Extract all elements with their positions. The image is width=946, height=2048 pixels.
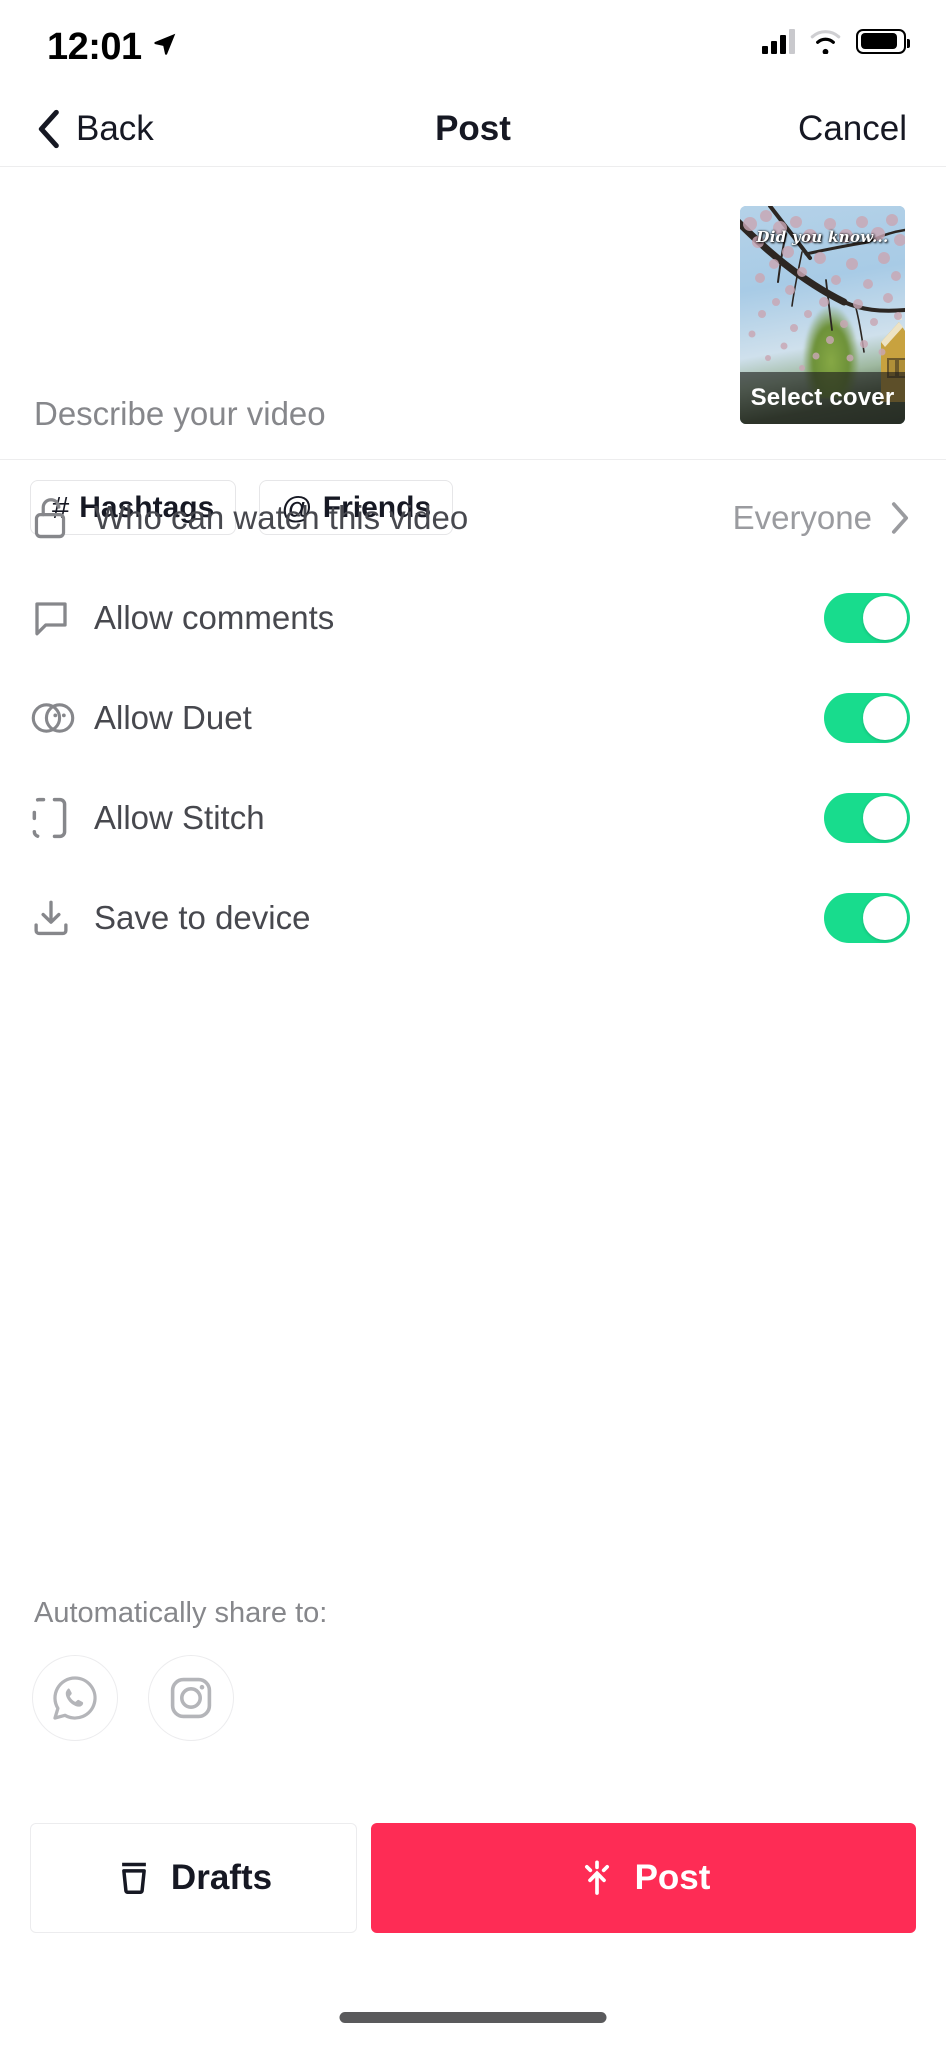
setting-row-duet[interactable]: Allow Duet (0, 668, 946, 768)
bottom-actions: Drafts Post (0, 1823, 946, 1933)
description-section: Describe your video # Hashtags @ Friends (0, 167, 946, 535)
comment-bubble-icon (30, 597, 82, 639)
setting-label-duet: Allow Duet (94, 699, 252, 736)
setting-row-privacy[interactable]: Who can watch this video Everyone (0, 468, 946, 568)
description-input[interactable]: Describe your video (34, 395, 326, 433)
settings-list: Who can watch this video Everyone Allow … (0, 460, 946, 968)
wifi-icon (810, 29, 841, 54)
post-button[interactable]: Post (371, 1823, 916, 1933)
location-arrow-icon (152, 31, 178, 62)
post-label: Post (634, 1858, 711, 1897)
upload-spark-icon (584, 1860, 609, 1895)
setting-row-save-to-device[interactable]: Save to device (0, 868, 946, 968)
download-icon (30, 897, 82, 939)
duet-icon (30, 698, 82, 738)
thumbnail-overlay-text: Did you know... (756, 228, 889, 246)
whatsapp-icon (53, 1676, 97, 1720)
setting-label-privacy: Who can watch this video (94, 499, 469, 536)
drafts-label: Drafts (170, 1858, 273, 1897)
toggle-comments[interactable] (824, 593, 910, 643)
privacy-value: Everyone (732, 499, 872, 536)
toggle-knob (863, 596, 907, 640)
video-thumbnail[interactable]: Did you know... Select cover (740, 206, 905, 424)
status-bar: 12:01 (0, 0, 946, 92)
select-cover-label: Select cover (750, 384, 895, 411)
auto-share-label: Automatically share to: (34, 1597, 328, 1629)
chevron-right-icon (890, 501, 910, 535)
status-bar-time: 12:01 (47, 26, 142, 68)
setting-label-stitch: Allow Stitch (94, 799, 265, 836)
toggle-duet[interactable] (824, 693, 910, 743)
archive-box-icon (122, 1862, 146, 1894)
select-cover-button[interactable]: Select cover (740, 372, 905, 424)
status-bar-indicators (762, 28, 910, 54)
toggle-knob (863, 896, 907, 940)
toggle-save-to-device[interactable] (824, 893, 910, 943)
setting-row-comments[interactable]: Allow comments (0, 568, 946, 668)
instagram-icon (170, 1677, 212, 1719)
share-target-instagram[interactable] (148, 1655, 234, 1741)
toggle-stitch[interactable] (824, 793, 910, 843)
cellular-signal-icon (762, 28, 795, 54)
unlock-icon (30, 496, 82, 540)
drafts-button[interactable]: Drafts (30, 1823, 357, 1933)
share-target-whatsapp[interactable] (32, 1655, 118, 1741)
cancel-button[interactable]: Cancel (798, 109, 907, 149)
navigation-bar: Back Post Cancel (0, 92, 946, 167)
auto-share-targets (32, 1655, 234, 1741)
battery-icon (856, 28, 910, 54)
stitch-icon (30, 796, 82, 840)
setting-label-save-to-device: Save to device (94, 899, 311, 936)
setting-row-stitch[interactable]: Allow Stitch (0, 768, 946, 868)
post-screen: 12:01 Back Post Cancel Describe your vid… (0, 0, 946, 2048)
toggle-knob (863, 796, 907, 840)
setting-label-comments: Allow comments (94, 599, 335, 636)
home-indicator (339, 2012, 607, 2023)
toggle-knob (863, 696, 907, 740)
